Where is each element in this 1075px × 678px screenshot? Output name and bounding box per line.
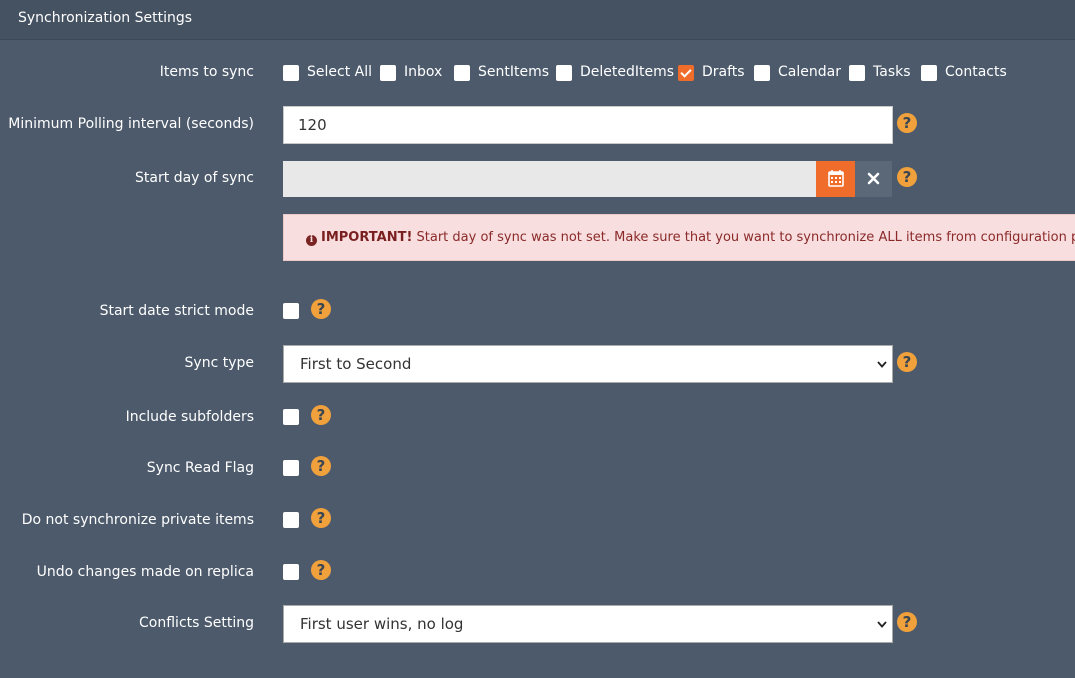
sync-type-label: Sync type <box>184 355 254 371</box>
start-day-input[interactable] <box>283 161 816 197</box>
include-subfolders-label: Include subfolders <box>125 409 254 425</box>
question-circle-icon[interactable]: ? <box>311 456 331 476</box>
checkbox-undo-changes[interactable] <box>283 564 299 580</box>
checkbox-strict-mode[interactable] <box>283 303 299 319</box>
conflicts-setting-label: Conflicts Setting <box>139 615 254 631</box>
sentitems-label: SentItems <box>478 64 550 80</box>
checkbox-tasks[interactable] <box>849 65 865 81</box>
checkbox-include-subfolders[interactable] <box>283 409 299 425</box>
checkbox-sentitems[interactable] <box>454 65 470 81</box>
tasks-label: Tasks <box>873 64 911 80</box>
checkbox-select-all[interactable] <box>283 65 299 81</box>
checkbox-contacts[interactable] <box>921 65 937 81</box>
checkbox-sync-read-flag[interactable] <box>283 460 299 476</box>
conflicts-selected-value: First user wins, no log <box>300 615 464 633</box>
close-icon <box>867 172 880 185</box>
calendar-button[interactable] <box>816 161 855 197</box>
strict-mode-label: Start date strict mode <box>99 303 254 319</box>
checkbox-calendar[interactable] <box>754 65 770 81</box>
question-circle-icon[interactable]: ? <box>311 405 331 425</box>
chevron-down-icon <box>877 361 887 368</box>
conflicts-setting-select[interactable]: First user wins, no log <box>283 605 893 643</box>
inbox-label: Inbox <box>404 64 443 80</box>
panel-title: Synchronization Settings <box>18 10 193 26</box>
question-circle-icon[interactable]: ? <box>897 352 917 372</box>
sync-type-select[interactable]: First to Second <box>283 345 893 383</box>
calendar-label: Calendar <box>778 64 841 80</box>
clear-date-button[interactable] <box>855 161 892 197</box>
question-circle-icon[interactable]: ? <box>311 560 331 580</box>
checkbox-drafts[interactable] <box>678 65 694 81</box>
items-to-sync-label: Items to sync <box>159 64 254 80</box>
question-circle-icon[interactable]: ? <box>897 167 917 187</box>
checkbox-deleteditems[interactable] <box>556 65 572 81</box>
question-circle-icon[interactable]: ? <box>311 508 331 528</box>
info-circle-icon: i <box>306 235 317 246</box>
checkbox-private-items[interactable] <box>283 512 299 528</box>
select-all-label: Select All <box>307 64 372 80</box>
drafts-label: Drafts <box>702 64 745 80</box>
chevron-down-icon <box>877 621 887 628</box>
question-circle-icon[interactable]: ? <box>311 299 331 319</box>
deleteditems-label: DeletedItems <box>580 64 675 80</box>
undo-changes-label: Undo changes made on replica <box>36 564 254 580</box>
sync-read-flag-label: Sync Read Flag <box>146 460 254 476</box>
polling-interval-input[interactable]: 120 <box>283 106 893 144</box>
question-circle-icon[interactable]: ? <box>897 113 917 133</box>
start-day-warning-alert: i IMPORTANT! Start day of sync was not se… <box>283 214 1075 261</box>
start-day-label: Start day of sync <box>135 170 254 186</box>
alert-message: Start day of sync was not set. Make sure… <box>412 230 1075 245</box>
sync-type-selected-value: First to Second <box>300 355 412 373</box>
private-items-label: Do not synchronize private items <box>21 512 254 528</box>
polling-interval-label: Minimum Polling interval (seconds) <box>8 116 254 132</box>
question-circle-icon[interactable]: ? <box>897 612 917 632</box>
checkbox-inbox[interactable] <box>380 65 396 81</box>
contacts-label: Contacts <box>945 64 1007 80</box>
panel-header: Synchronization Settings <box>0 0 1075 40</box>
calendar-icon <box>828 170 844 187</box>
alert-important-label: IMPORTANT! <box>321 230 413 245</box>
